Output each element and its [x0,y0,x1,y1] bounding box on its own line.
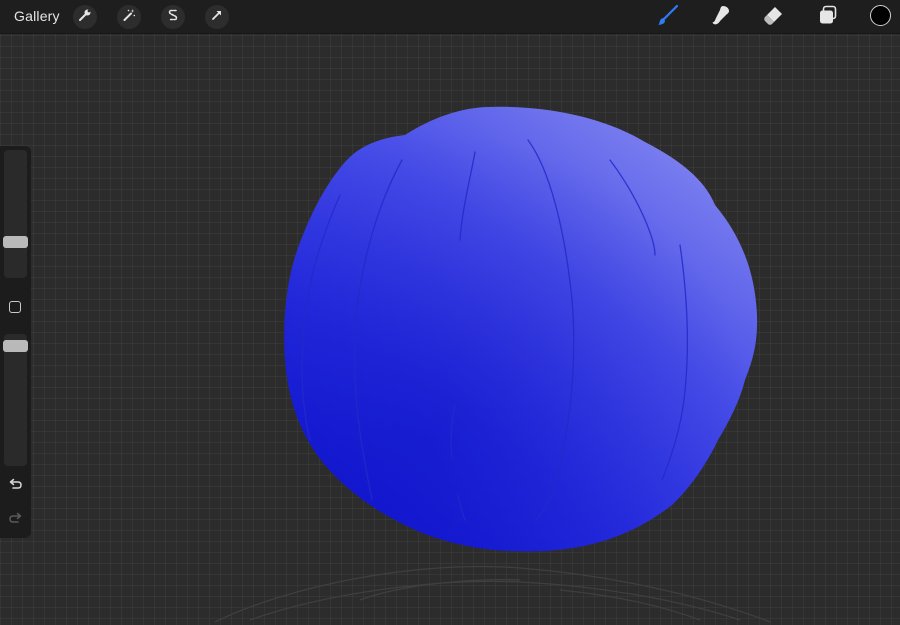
eraser-icon [762,3,786,32]
actions-button[interactable] [73,5,97,29]
transform-button[interactable] [205,5,229,29]
gallery-button[interactable]: Gallery [14,8,60,24]
smudge-button[interactable] [708,4,734,30]
canvas-artwork [214,106,771,623]
redo-button[interactable] [7,512,24,529]
brush-button[interactable] [655,4,681,30]
layers-button[interactable] [815,4,841,30]
blue-ball-drawing [284,106,758,552]
drawing-canvas[interactable] [0,0,900,625]
adjustments-button[interactable] [117,5,141,29]
undo-arrow-icon [8,477,23,497]
undo-button[interactable] [7,478,24,495]
magic-wand-icon [122,8,136,27]
selection-button[interactable] [161,5,185,29]
color-picker-button[interactable] [870,5,891,26]
wrench-icon [78,8,92,27]
opacity-slider[interactable] [4,334,27,466]
brush-size-slider[interactable] [4,150,27,278]
opacity-slider-handle[interactable] [3,340,28,352]
smudge-icon [709,3,733,32]
redo-arrow-icon [8,511,23,531]
modify-button[interactable] [9,301,21,313]
sketch-lines [214,565,771,623]
eraser-button[interactable] [761,4,787,30]
brush-size-slider-handle[interactable] [3,236,28,248]
selection-s-icon [166,8,180,27]
procreate-app: Gallery [0,0,900,625]
top-toolbar: Gallery [0,0,900,34]
left-sidebar [0,146,31,538]
layers-icon [816,3,840,32]
transform-arrow-icon [210,8,224,27]
brush-icon [656,3,680,32]
